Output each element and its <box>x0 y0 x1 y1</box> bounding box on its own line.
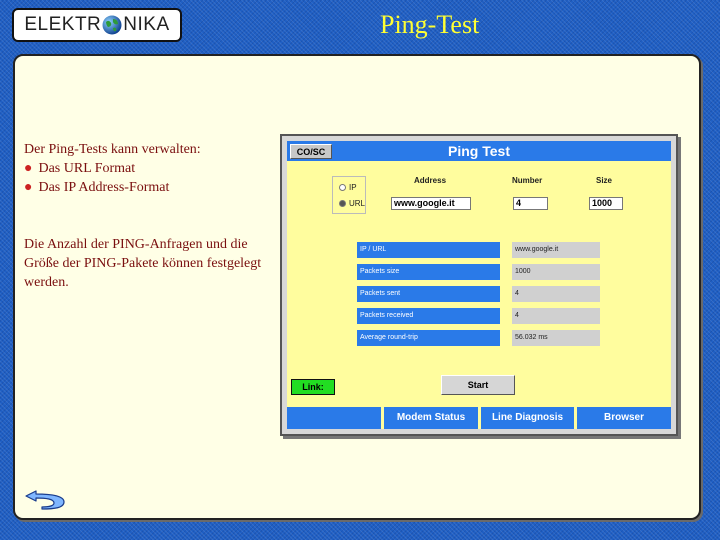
browser-button[interactable]: Browser <box>577 407 671 429</box>
result-label-average-rtt: Average round-trip <box>357 330 500 346</box>
size-input[interactable]: 1000 <box>589 197 623 210</box>
number-column-label: Number <box>512 176 543 185</box>
result-label-packets-received: Packets received <box>357 308 500 324</box>
bottom-nav: Modem Status Line Diagnosis Browser <box>287 407 671 429</box>
bullet-icon: ● <box>24 180 33 195</box>
globe-icon <box>102 15 122 35</box>
page-title: Ping-Test <box>380 10 480 39</box>
result-label-packets-size: Packets size <box>357 264 500 280</box>
result-value-packets-size: 1000 <box>512 264 600 280</box>
result-value-average-rtt: 56.032 ms <box>512 330 600 346</box>
result-value-packets-sent: 4 <box>512 286 600 302</box>
cosc-button[interactable]: CO/SC <box>290 144 332 159</box>
description-text: Der Ping-Tests kann verwalten: ● Das URL … <box>24 140 274 292</box>
ping-test-body: Ping Test CO/SC IP URL Address Number Si… <box>287 141 671 429</box>
back-arrow-icon[interactable] <box>24 488 66 510</box>
size-column-label: Size <box>596 176 613 185</box>
modem-status-button[interactable]: Modem Status <box>384 407 478 429</box>
logo-text-right: NIKA <box>123 14 170 35</box>
bottom-nav-blank <box>287 407 381 429</box>
radio-url-indicator <box>339 200 346 207</box>
result-label-ip-url: IP / URL <box>357 242 500 258</box>
app-header: Ping Test CO/SC <box>287 141 671 161</box>
intro-line: Der Ping-Tests kann verwalten: <box>24 142 201 157</box>
number-input[interactable]: 4 <box>513 197 548 210</box>
description-paragraph: Die Anzahl der PING-Anfragen und die Grö… <box>24 237 262 290</box>
logo: ELEKTR NIKA <box>12 8 182 42</box>
radio-ip[interactable]: IP <box>339 183 357 192</box>
link-status-indicator: Link: <box>291 379 335 395</box>
result-value-packets-received: 4 <box>512 308 600 324</box>
bullet-item: ● Das URL Format <box>24 161 136 176</box>
app-title: Ping Test <box>448 143 510 159</box>
result-value-ip-url: www.google.it <box>512 242 600 258</box>
bullet-icon: ● <box>24 161 33 176</box>
address-input[interactable]: www.google.it <box>391 197 471 210</box>
logo-text-left: ELEKTR <box>24 14 102 35</box>
start-button[interactable]: Start <box>441 375 515 395</box>
line-diagnosis-button[interactable]: Line Diagnosis <box>481 407 574 429</box>
radio-ip-indicator <box>339 184 346 191</box>
result-label-packets-sent: Packets sent <box>357 286 500 302</box>
radio-url[interactable]: URL <box>339 199 365 208</box>
bullet-item: ● Das IP Address-Format <box>24 180 170 195</box>
address-column-label: Address <box>414 176 447 185</box>
ping-test-window: Ping Test CO/SC IP URL Address Number Si… <box>280 134 678 436</box>
address-type-group <box>332 176 366 214</box>
